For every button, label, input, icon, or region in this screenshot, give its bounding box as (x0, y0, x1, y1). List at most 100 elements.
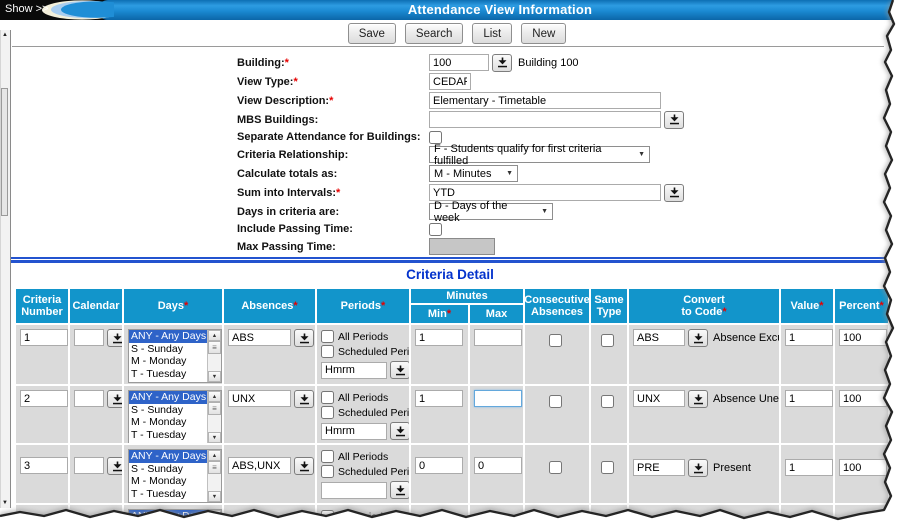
same-type-checkbox[interactable] (601, 334, 614, 347)
days-option[interactable]: M - Monday (129, 416, 207, 429)
absences-lookup-button[interactable] (294, 457, 314, 475)
building-input[interactable] (429, 54, 489, 71)
mbs-buildings-input[interactable] (429, 111, 661, 128)
criteria-number-input[interactable] (20, 329, 68, 346)
show-menu-toggle[interactable]: Show >> (5, 3, 48, 15)
listbox-scrollbar[interactable]: ▲≡▼ (207, 330, 221, 382)
convert-code-input[interactable] (633, 329, 685, 346)
consecutive-absences-checkbox[interactable] (549, 461, 562, 474)
periods-lookup-button[interactable] (390, 361, 409, 379)
scroll-up-icon[interactable]: ▲ (1, 30, 9, 40)
percent-input[interactable] (839, 390, 887, 407)
listbox-scrollbar[interactable]: ▲≡ ▼ (207, 450, 221, 502)
calendar-input[interactable] (74, 457, 104, 474)
periods-lookup-button[interactable] (390, 481, 409, 499)
days-option[interactable]: ANY - Any Days (129, 330, 207, 343)
listbox-scrollbar[interactable]: ▲ (207, 510, 221, 530)
include-passing-checkbox[interactable] (429, 223, 442, 236)
calendar-lookup-button[interactable] (107, 457, 122, 475)
periods-input[interactable] (321, 482, 387, 499)
periods-lookup-button[interactable] (390, 422, 409, 440)
all-periods-checkbox[interactable] (321, 510, 334, 523)
save-button[interactable]: Save (348, 23, 396, 44)
convert-code-lookup-button[interactable] (688, 390, 708, 408)
scroll-up-icon[interactable]: ▲ (208, 391, 221, 402)
criteria-relationship-select[interactable]: F - Students qualify for first criteria … (429, 146, 650, 163)
absences-lookup-button[interactable] (294, 329, 314, 347)
value-input[interactable] (785, 459, 833, 476)
percent-input[interactable] (839, 459, 887, 476)
sum-intervals-input[interactable] (429, 184, 661, 201)
calendar-lookup-button[interactable] (107, 390, 122, 408)
calendar-input[interactable] (74, 390, 104, 407)
convert-code-lookup-button[interactable] (688, 459, 708, 477)
view-description-input[interactable] (429, 92, 661, 109)
consecutive-absences-checkbox[interactable] (549, 395, 562, 408)
absences-input[interactable] (228, 457, 291, 474)
days-listbox[interactable]: ANY - Any Days S - Sunday M - Monday T -… (128, 390, 222, 443)
consecutive-absences-checkbox[interactable] (549, 334, 562, 347)
max-input[interactable] (474, 390, 522, 407)
days-option[interactable]: T - Tuesday (129, 488, 207, 501)
days-option[interactable]: ANY - Any Days (129, 450, 207, 463)
calendar-lookup-button[interactable] (107, 329, 122, 347)
all-periods-option[interactable]: All Periods (321, 449, 406, 464)
days-option[interactable]: S - Sunday (129, 463, 207, 476)
periods-input[interactable] (321, 362, 387, 379)
days-listbox[interactable]: ANY - Any Days S - Sunday M - Monday T -… (128, 329, 222, 383)
scroll-thumb[interactable] (1, 88, 8, 216)
calculate-totals-select[interactable]: M - Minutes▼ (429, 165, 518, 182)
same-type-checkbox[interactable] (601, 461, 614, 474)
all-periods-checkbox[interactable] (321, 450, 334, 463)
scroll-down-icon[interactable]: ▼ (208, 371, 221, 382)
scheduled-periods-option[interactable]: Scheduled Periods (321, 344, 406, 359)
all-periods-option[interactable]: All Periods (321, 329, 406, 344)
convert-code-lookup-button[interactable] (688, 329, 708, 347)
days-listbox[interactable]: ANY - Any Days S - Sunday ▲ (128, 509, 222, 530)
mbs-buildings-lookup-button[interactable] (664, 111, 684, 129)
new-button[interactable]: New (521, 23, 566, 44)
convert-code-input[interactable] (633, 459, 685, 476)
days-option[interactable]: S - Sunday (129, 404, 207, 417)
scroll-down-icon[interactable]: ▼ (208, 432, 221, 443)
days-option[interactable]: M - Monday (129, 355, 207, 368)
criteria-number-input[interactable] (20, 457, 68, 474)
min-input[interactable] (415, 390, 463, 407)
days-option[interactable]: T - Tuesday (129, 429, 207, 442)
days-option[interactable]: M - Monday (129, 475, 207, 488)
percent-input[interactable] (839, 329, 887, 346)
all-periods-checkbox[interactable] (321, 330, 334, 343)
days-option[interactable]: ANY - Any Days (129, 510, 207, 523)
days-in-criteria-select[interactable]: D - Days of the week▼ (429, 203, 553, 220)
listbox-scrollbar[interactable]: ▲≡ ▼ (207, 391, 221, 443)
absences-input[interactable] (228, 329, 291, 346)
value-input[interactable] (785, 329, 833, 346)
scheduled-periods-option[interactable]: Scheduled Periods (321, 405, 406, 420)
left-scrollbar[interactable]: ▲ ▼ (0, 30, 11, 508)
days-option[interactable]: ANY - Any Days (129, 391, 207, 404)
building-lookup-button[interactable] (492, 54, 512, 72)
all-periods-checkbox[interactable] (321, 391, 334, 404)
min-input[interactable] (415, 457, 463, 474)
absences-lookup-button[interactable] (294, 390, 314, 408)
max-input[interactable] (474, 329, 522, 346)
all-periods-option[interactable]: All Periods (321, 509, 406, 524)
scroll-up-icon[interactable]: ▲ (208, 330, 221, 341)
criteria-number-input[interactable] (20, 390, 68, 407)
scheduled-periods-checkbox[interactable] (321, 465, 334, 478)
days-option[interactable]: S - Sunday (129, 343, 207, 356)
scheduled-periods-checkbox[interactable] (321, 406, 334, 419)
scheduled-periods-checkbox[interactable] (321, 345, 334, 358)
scroll-up-icon[interactable]: ▲ (208, 510, 221, 521)
scroll-down-icon[interactable]: ▼ (1, 498, 9, 508)
scroll-thumb[interactable]: ≡ (208, 461, 221, 474)
scheduled-periods-option[interactable]: Scheduled Periods (321, 464, 406, 479)
search-button[interactable]: Search (405, 23, 463, 44)
view-type-input[interactable] (429, 73, 471, 90)
days-option[interactable]: S - Sunday (129, 523, 207, 530)
scroll-up-icon[interactable]: ▲ (208, 450, 221, 461)
scroll-thumb[interactable]: ≡ (208, 402, 221, 415)
scroll-down-icon[interactable]: ▼ (208, 491, 221, 502)
convert-code-input[interactable] (633, 390, 685, 407)
sum-intervals-lookup-button[interactable] (664, 184, 684, 202)
